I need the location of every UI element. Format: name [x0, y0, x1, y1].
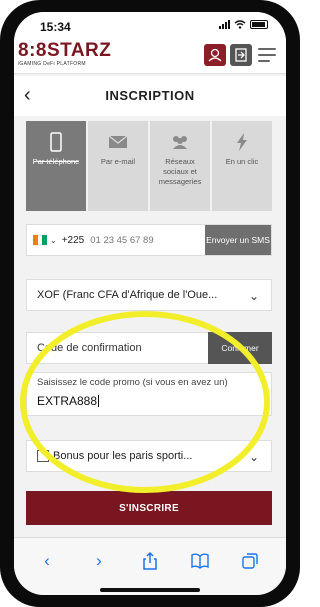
battery-icon: [250, 20, 268, 29]
app-header: 8:8STARZ iGAMING DeFi PLATFORM: [14, 38, 286, 74]
tab-label: Par e-mail: [100, 157, 136, 166]
register-button[interactable]: S'INSCRIRE: [26, 491, 272, 525]
confirmation-code-label: Code de confirmation: [37, 342, 142, 354]
bookmarks-icon[interactable]: [189, 550, 211, 572]
tab-label: Réseaux sociaux et messageries: [158, 157, 202, 186]
login-button[interactable]: [230, 44, 252, 66]
logo-text: 8:8STARZ: [18, 40, 112, 61]
tab-social[interactable]: Réseaux sociaux et messageries: [150, 121, 210, 211]
user-icon: [208, 48, 222, 62]
dial-code: +225: [61, 234, 85, 246]
status-bar: 15:34: [14, 12, 286, 38]
page-title: INSCRIPTION: [105, 88, 195, 103]
share-icon[interactable]: [139, 550, 161, 572]
chevron-down-icon: ⌄: [248, 289, 259, 303]
country-flag-icon[interactable]: [33, 235, 48, 245]
confirmation-code-field[interactable]: Code de confirmation Confirmer: [26, 332, 272, 364]
browser-back-icon[interactable]: ‹: [36, 550, 58, 572]
phone-input[interactable]: [90, 234, 169, 246]
tab-phone[interactable]: Par téléphone: [26, 121, 86, 211]
chevron-down-icon: ⌄: [248, 450, 259, 464]
logo-subtitle: iGAMING DeFi PLATFORM: [18, 61, 86, 67]
registration-method-tabs: Par téléphone Par e-mail Réseaux sociaux…: [26, 121, 272, 211]
bonus-select[interactable]: Bonus pour les paris sporti... ⌄: [26, 440, 272, 472]
bonus-value: Bonus pour les paris sporti...: [53, 450, 193, 462]
confirm-button[interactable]: Confirmer: [208, 332, 272, 364]
tab-label: En un clic: [225, 157, 259, 166]
wifi-icon: [234, 20, 246, 29]
phone-number-row: ⌄ +225 Envoyer un SMS: [26, 224, 272, 256]
title-bar: ‹ INSCRIPTION: [14, 76, 286, 116]
currency-select[interactable]: XOF (Franc CFA d'Afrique de l'Oue... ⌄: [26, 279, 272, 311]
promo-code-input[interactable]: EXTRA888: [37, 394, 100, 408]
logo[interactable]: 8:8STARZ iGAMING DeFi PLATFORM: [18, 40, 112, 68]
home-indicator: [100, 588, 200, 592]
tab-one-click[interactable]: En un clic: [212, 121, 272, 211]
login-icon: [235, 48, 247, 62]
tab-email[interactable]: Par e-mail: [88, 121, 148, 211]
promo-code-value: EXTRA888: [37, 394, 98, 408]
promo-code-label: Saisissez le code promo (si vous en avez…: [37, 377, 228, 388]
status-icons: [219, 20, 268, 29]
currency-value: XOF (Franc CFA d'Afrique de l'Oue...: [37, 289, 218, 301]
chevron-down-icon[interactable]: ⌄: [50, 236, 57, 245]
browser-forward-icon[interactable]: ›: [88, 550, 110, 572]
promo-code-field[interactable]: Saisissez le code promo (si vous en avez…: [26, 372, 272, 416]
browser-toolbar: ‹ ›: [14, 537, 286, 595]
phone-frame: 15:34 8:8STARZ iGAMING DeFi PLATFORM ‹ I…: [0, 0, 300, 607]
tab-active-underline: [34, 161, 78, 162]
phone-icon: [50, 132, 62, 152]
user-button[interactable]: [204, 44, 226, 66]
envelope-icon: [108, 135, 128, 148]
tab-label: Par téléphone: [26, 157, 86, 167]
send-sms-button[interactable]: Envoyer un SMS: [205, 225, 271, 255]
status-time: 15:34: [40, 20, 71, 34]
users-icon: [173, 136, 187, 149]
tabs-icon[interactable]: [239, 550, 261, 572]
lightning-icon: [237, 133, 247, 151]
screen: 15:34 8:8STARZ iGAMING DeFi PLATFORM ‹ I…: [14, 12, 286, 595]
gift-icon: [37, 450, 49, 462]
signal-icon: [219, 20, 230, 29]
text-caret: [98, 395, 100, 407]
menu-icon[interactable]: [258, 44, 278, 66]
